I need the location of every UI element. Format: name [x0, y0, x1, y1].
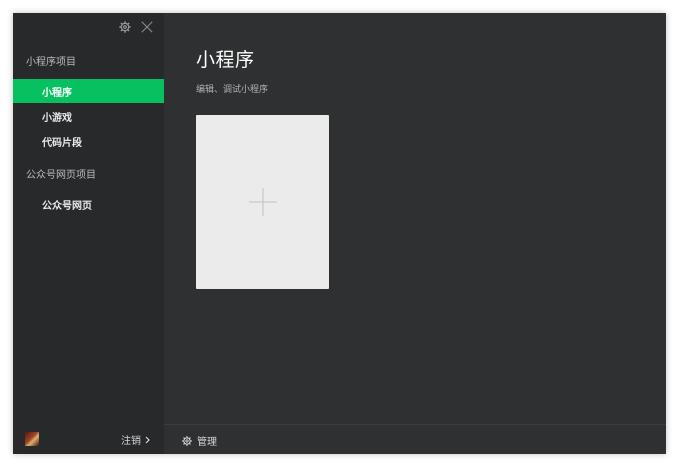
sidebar-item-code-snippets[interactable]: 代码片段	[13, 129, 164, 153]
settings-icon[interactable]	[118, 20, 132, 34]
manage-label: 管理	[197, 437, 217, 448]
sidebar-item-label: 小游戏	[42, 112, 72, 124]
close-icon[interactable]	[140, 20, 154, 34]
main-footer: 管理	[164, 424, 666, 454]
chevron-right-icon	[144, 436, 151, 444]
page-subtitle: 编辑、调试小程序	[196, 85, 269, 95]
app-window: 小程序项目 小程序 小游戏 代码片段 公众号网页项目 公众号网页 注销 小程序 …	[13, 13, 666, 454]
manage-button[interactable]: 管理	[181, 433, 217, 448]
avatar[interactable]	[25, 432, 39, 446]
section-label-official-account-projects: 公众号网页项目	[26, 170, 96, 181]
sidebar-item-miniprogram[interactable]: 小程序	[13, 79, 164, 103]
sidebar-toolbar	[118, 18, 154, 36]
sidebar-item-official-account-web[interactable]: 公众号网页	[13, 192, 164, 216]
main-content: 小程序 编辑、调试小程序 管理	[164, 13, 666, 454]
sidebar-item-label: 代码片段	[42, 137, 82, 149]
logout-label: 注销	[121, 436, 141, 447]
plus-icon	[248, 187, 278, 217]
sidebar-footer: 注销	[13, 424, 164, 454]
logout-button[interactable]: 注销	[121, 432, 151, 447]
gear-icon	[181, 435, 193, 447]
page-title: 小程序	[196, 49, 255, 71]
sidebar-item-label: 小程序	[42, 87, 72, 99]
sidebar-item-label: 公众号网页	[42, 200, 92, 212]
create-project-card[interactable]	[196, 115, 329, 289]
sidebar-item-minigame[interactable]: 小游戏	[13, 104, 164, 128]
section-label-miniprogram-projects: 小程序项目	[26, 57, 76, 68]
sidebar: 小程序项目 小程序 小游戏 代码片段 公众号网页项目 公众号网页 注销	[13, 13, 164, 454]
